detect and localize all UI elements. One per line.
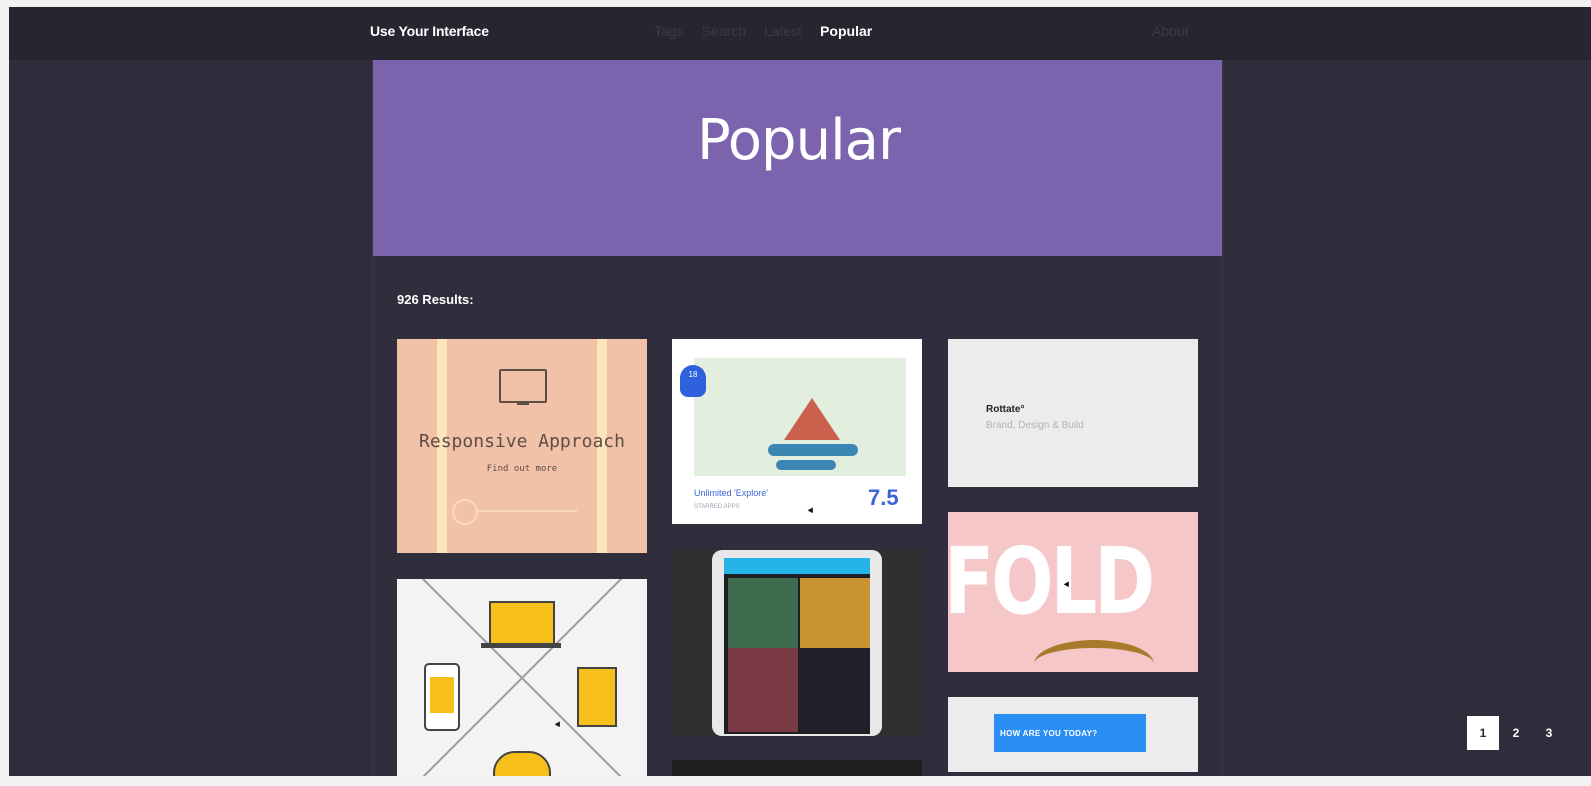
nav-item-tags[interactable]: Tags (654, 23, 684, 39)
card-subtitle: Find out more (486, 464, 558, 474)
beer-mug-icon (577, 667, 617, 727)
left-background (9, 60, 372, 776)
page-title: Popular (697, 107, 901, 173)
gold-swirl (1034, 640, 1154, 672)
album-tile (728, 648, 798, 732)
app-bar (724, 558, 870, 574)
page-2-button[interactable]: 2 (1500, 716, 1532, 750)
shot-card-devices[interactable] (397, 579, 647, 776)
page-1-button[interactable]: 1 (1467, 716, 1499, 750)
card-subtitle: Brand, Design & Build (986, 420, 1084, 431)
shot-card-partial[interactable] (672, 760, 922, 776)
shot-card-responsive-approach[interactable]: Responsive Approach Find out more (397, 339, 647, 553)
page-3-button[interactable]: 3 (1533, 716, 1565, 750)
screenshot-frame-top (0, 0, 1591, 7)
results-count: 926 Results: (397, 292, 474, 307)
nav-item-about[interactable]: About (1152, 23, 1189, 39)
card-title: Responsive Approach (419, 431, 625, 452)
right-background (1223, 60, 1591, 776)
nav-item-popular[interactable]: Popular (820, 23, 872, 39)
laptop-icon (489, 601, 555, 645)
phone-icon (424, 663, 460, 731)
wave-shape (768, 444, 858, 456)
play-icon (452, 499, 478, 525)
nav-item-search[interactable]: Search (702, 23, 746, 39)
badge-icon: 18 (680, 365, 706, 397)
shot-card-android-app[interactable] (672, 550, 922, 736)
main-nav: Tags Search Latest Popular (654, 23, 872, 39)
progress-line (477, 510, 577, 512)
card-illustration (694, 358, 906, 476)
pagination: 1 2 3 (1467, 716, 1565, 750)
shot-card-rottate[interactable]: Rottate° Brand, Design & Build (948, 339, 1198, 487)
card-subcaption: STARRED APPS (694, 504, 740, 510)
hero-banner: Popular (373, 60, 1222, 256)
nav-item-latest[interactable]: Latest (764, 23, 802, 39)
shot-card-explore[interactable]: 18 Unlimited 'Explore' STARRED APPS 7.5 (672, 339, 922, 524)
boat-illustration (784, 398, 840, 440)
album-tile (800, 648, 870, 732)
card-score: 7.5 (868, 485, 899, 510)
cloud-icon (493, 751, 551, 776)
monitor-icon (499, 369, 547, 405)
screenshot-frame-bottom (0, 776, 1591, 786)
card-title: FOLD (948, 528, 1155, 635)
screenshot-frame-left (0, 0, 9, 786)
wave-shape (776, 460, 836, 470)
card-caption: Unlimited 'Explore' (694, 488, 768, 498)
main-content: Popular 926 Results: Responsive Approach… (372, 60, 1223, 776)
laptop-base (481, 643, 561, 648)
shot-card-fold[interactable]: FOLD (948, 512, 1198, 672)
cta-button: HOW ARE YOU TODAY? (994, 714, 1146, 752)
shot-card-cta[interactable]: HOW ARE YOU TODAY? (948, 697, 1198, 772)
card-title: Rottate° (986, 404, 1025, 415)
site-logo[interactable]: Use Your Interface (370, 23, 489, 39)
